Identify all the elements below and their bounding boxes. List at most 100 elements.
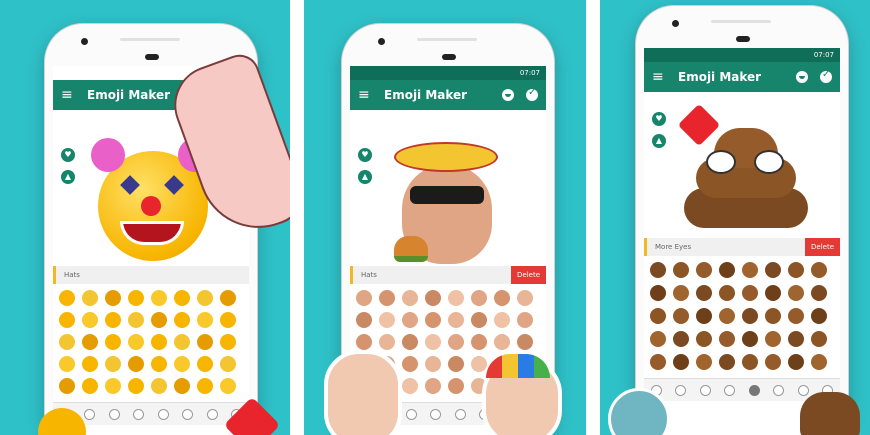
emoji-option[interactable] (673, 354, 689, 370)
emoji-option[interactable] (82, 290, 98, 306)
emoji-option[interactable] (425, 290, 441, 306)
emoji-option[interactable] (742, 354, 758, 370)
tab-item[interactable] (675, 384, 687, 396)
emoji-option[interactable] (151, 290, 167, 306)
emoji-option[interactable] (742, 285, 758, 301)
emoji-option[interactable] (425, 378, 441, 394)
emoji-option[interactable] (719, 262, 735, 278)
emoji-option[interactable] (82, 312, 98, 328)
emoji-option[interactable] (59, 334, 75, 350)
tab-item[interactable] (182, 408, 194, 420)
emoji-option[interactable] (151, 334, 167, 350)
emoji-option[interactable] (673, 308, 689, 324)
emoji-option[interactable] (82, 356, 98, 372)
emoji-option[interactable] (402, 334, 418, 350)
menu-icon[interactable]: ≡ (61, 87, 81, 103)
emoji-option[interactable] (788, 285, 804, 301)
emoji-option[interactable] (151, 312, 167, 328)
emoji-option[interactable] (59, 378, 75, 394)
tab-item[interactable] (430, 408, 442, 420)
emoji-option[interactable] (425, 312, 441, 328)
emoji-option[interactable] (197, 378, 213, 394)
emoji-option[interactable] (517, 312, 533, 328)
emoji-option[interactable] (379, 312, 395, 328)
emoji-option[interactable] (128, 290, 144, 306)
emoji-option[interactable] (650, 354, 666, 370)
tab-item[interactable] (206, 408, 218, 420)
emoji-option[interactable] (174, 378, 190, 394)
emoji-option[interactable] (82, 334, 98, 350)
emoji-option[interactable] (719, 354, 735, 370)
emoji-option[interactable] (696, 354, 712, 370)
emoji-option[interactable] (765, 285, 781, 301)
emoji-option[interactable] (696, 262, 712, 278)
emoji-option[interactable] (765, 308, 781, 324)
menu-icon[interactable]: ≡ (358, 87, 378, 103)
emoji-option[interactable] (650, 308, 666, 324)
tab-item[interactable] (133, 408, 145, 420)
emoji-option[interactable] (356, 312, 372, 328)
emoji-option[interactable] (696, 331, 712, 347)
emoji-option[interactable] (128, 356, 144, 372)
emoji-option[interactable] (220, 378, 236, 394)
emoji-option[interactable] (425, 356, 441, 372)
emoji-option[interactable] (356, 334, 372, 350)
check-icon[interactable] (526, 87, 538, 101)
emoji-option[interactable] (448, 356, 464, 372)
emoji-option[interactable] (517, 290, 533, 306)
emoji-option[interactable] (128, 378, 144, 394)
emoji-option[interactable] (788, 331, 804, 347)
emoji-option[interactable] (105, 312, 121, 328)
emoji-option[interactable] (471, 334, 487, 350)
emoji-option[interactable] (811, 285, 827, 301)
emoji-option[interactable] (151, 378, 167, 394)
emoji-option[interactable] (448, 290, 464, 306)
emoji-option[interactable] (59, 312, 75, 328)
menu-icon[interactable]: ≡ (652, 69, 672, 85)
emoji-option[interactable] (174, 334, 190, 350)
emoji-option[interactable] (197, 290, 213, 306)
emoji-option[interactable] (402, 356, 418, 372)
emoji-option[interactable] (425, 334, 441, 350)
face-icon[interactable] (796, 71, 808, 83)
emoji-option[interactable] (174, 312, 190, 328)
emoji-option[interactable] (174, 290, 190, 306)
emoji-option[interactable] (811, 308, 827, 324)
tab-item[interactable] (724, 384, 736, 396)
emoji-option[interactable] (59, 290, 75, 306)
emoji-option[interactable] (517, 334, 533, 350)
bell-icon[interactable]: ▲ (652, 134, 666, 148)
emoji-option[interactable] (742, 262, 758, 278)
emoji-option[interactable] (471, 312, 487, 328)
tab-item[interactable] (405, 408, 417, 420)
shield-icon[interactable]: ♥ (61, 148, 75, 162)
emoji-option[interactable] (811, 354, 827, 370)
emoji-option[interactable] (105, 334, 121, 350)
emoji-option[interactable] (696, 285, 712, 301)
tab-item[interactable] (773, 384, 785, 396)
emoji-option[interactable] (448, 334, 464, 350)
emoji-option[interactable] (105, 290, 121, 306)
emoji-option[interactable] (128, 312, 144, 328)
emoji-option[interactable] (59, 356, 75, 372)
tab-item[interactable] (157, 408, 169, 420)
check-icon[interactable] (820, 69, 832, 83)
emoji-option[interactable] (765, 331, 781, 347)
emoji-option[interactable] (402, 378, 418, 394)
emoji-option[interactable] (471, 356, 487, 372)
emoji-option[interactable] (494, 334, 510, 350)
emoji-option[interactable] (82, 378, 98, 394)
tab-item[interactable] (454, 408, 466, 420)
emoji-option[interactable] (379, 334, 395, 350)
emoji-option[interactable] (742, 308, 758, 324)
emoji-option[interactable] (356, 290, 372, 306)
emoji-option[interactable] (151, 356, 167, 372)
emoji-option[interactable] (105, 356, 121, 372)
emoji-option[interactable] (788, 308, 804, 324)
emoji-option[interactable] (673, 262, 689, 278)
emoji-option[interactable] (220, 290, 236, 306)
emoji-option[interactable] (742, 331, 758, 347)
emoji-option[interactable] (471, 290, 487, 306)
bell-icon[interactable]: ▲ (61, 170, 75, 184)
tab-item[interactable] (108, 408, 120, 420)
